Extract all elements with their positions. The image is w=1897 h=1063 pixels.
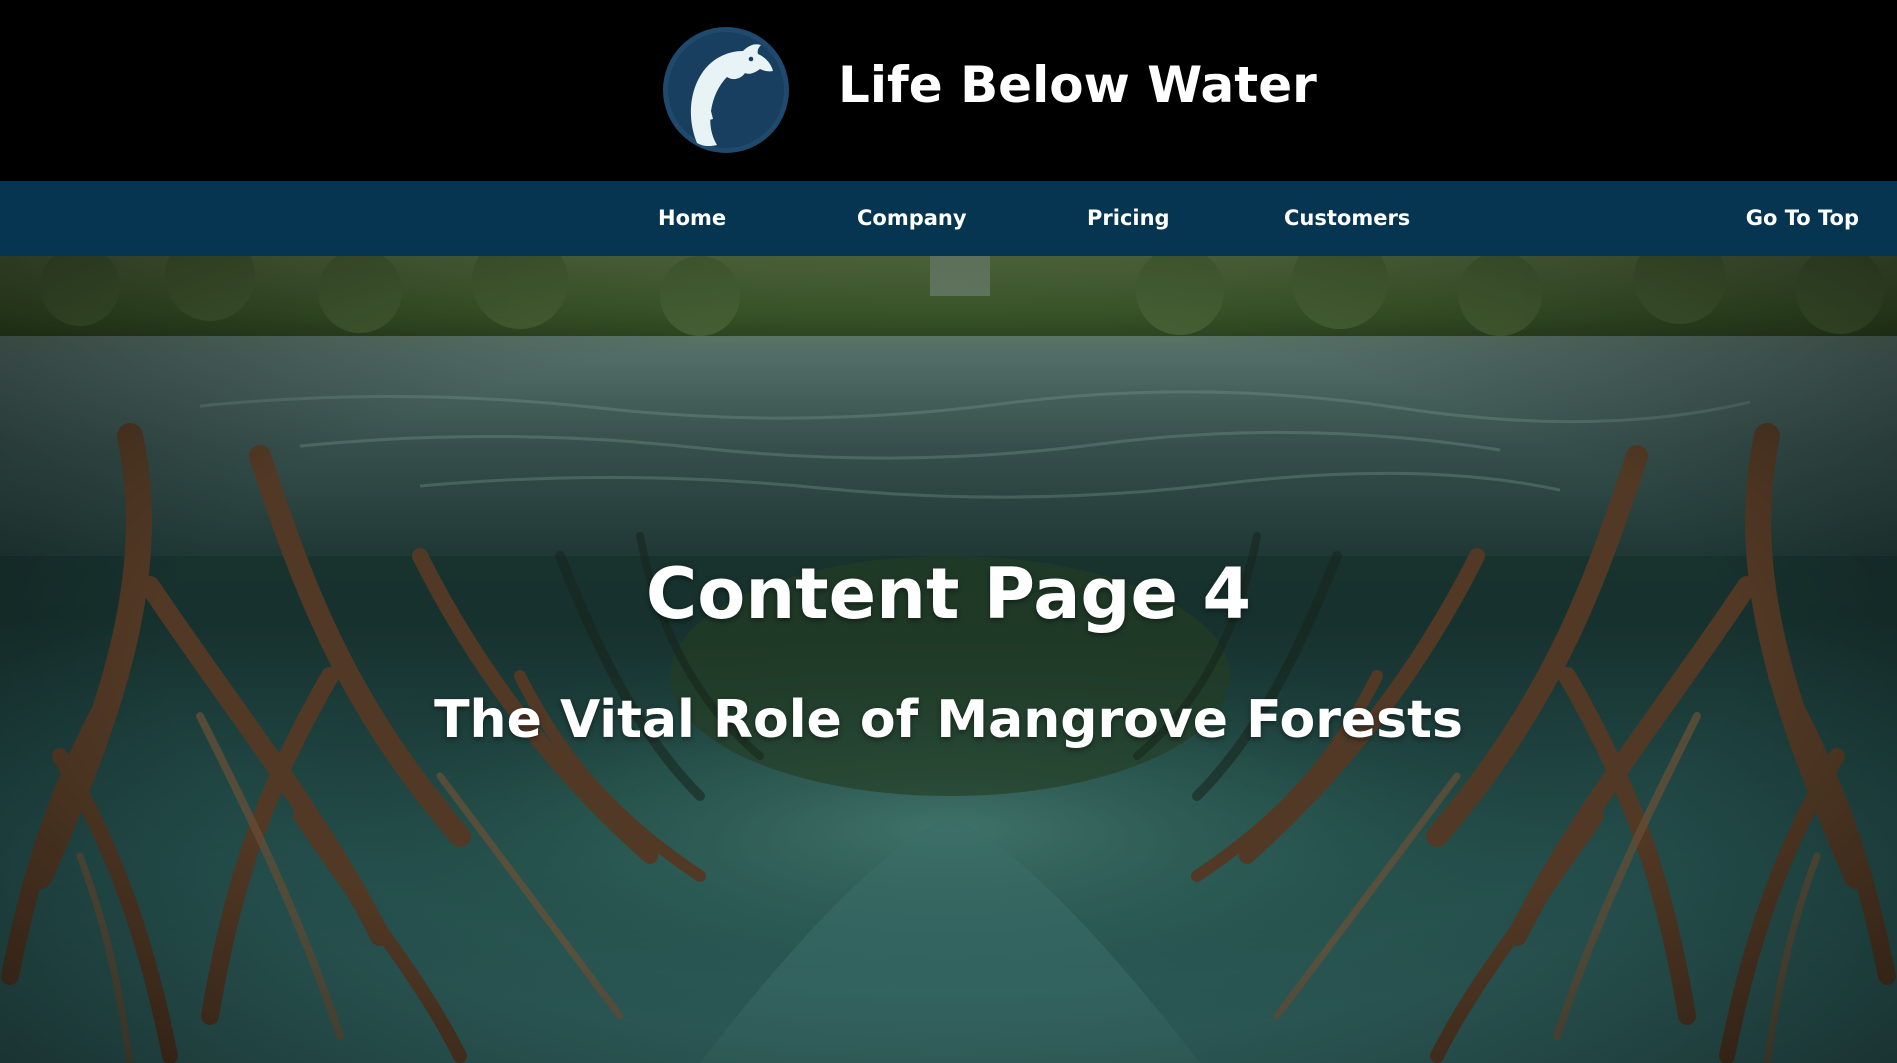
hero-heading: Content Page 4	[645, 553, 1252, 635]
nav-item-home[interactable]: Home	[658, 181, 726, 256]
nav-item-company[interactable]: Company	[857, 181, 967, 256]
nav-item-pricing[interactable]: Pricing	[1087, 181, 1170, 256]
dolphin-logo-icon[interactable]	[663, 27, 789, 153]
hero-section: Content Page 4 The Vital Role of Mangrov…	[0, 256, 1897, 1063]
main-nav: Home Company Pricing Customers Go To Top	[0, 181, 1897, 256]
page: Life Below Water Home Company Pricing Cu…	[0, 0, 1897, 1063]
site-title: Life Below Water	[838, 56, 1317, 114]
go-to-top-link[interactable]: Go To Top	[1746, 181, 1859, 256]
hero-overlay	[0, 256, 1897, 1063]
brand-header: Life Below Water	[0, 0, 1897, 181]
hero-subheading: The Vital Role of Mangrove Forests	[434, 690, 1463, 750]
nav-item-customers[interactable]: Customers	[1284, 181, 1410, 256]
